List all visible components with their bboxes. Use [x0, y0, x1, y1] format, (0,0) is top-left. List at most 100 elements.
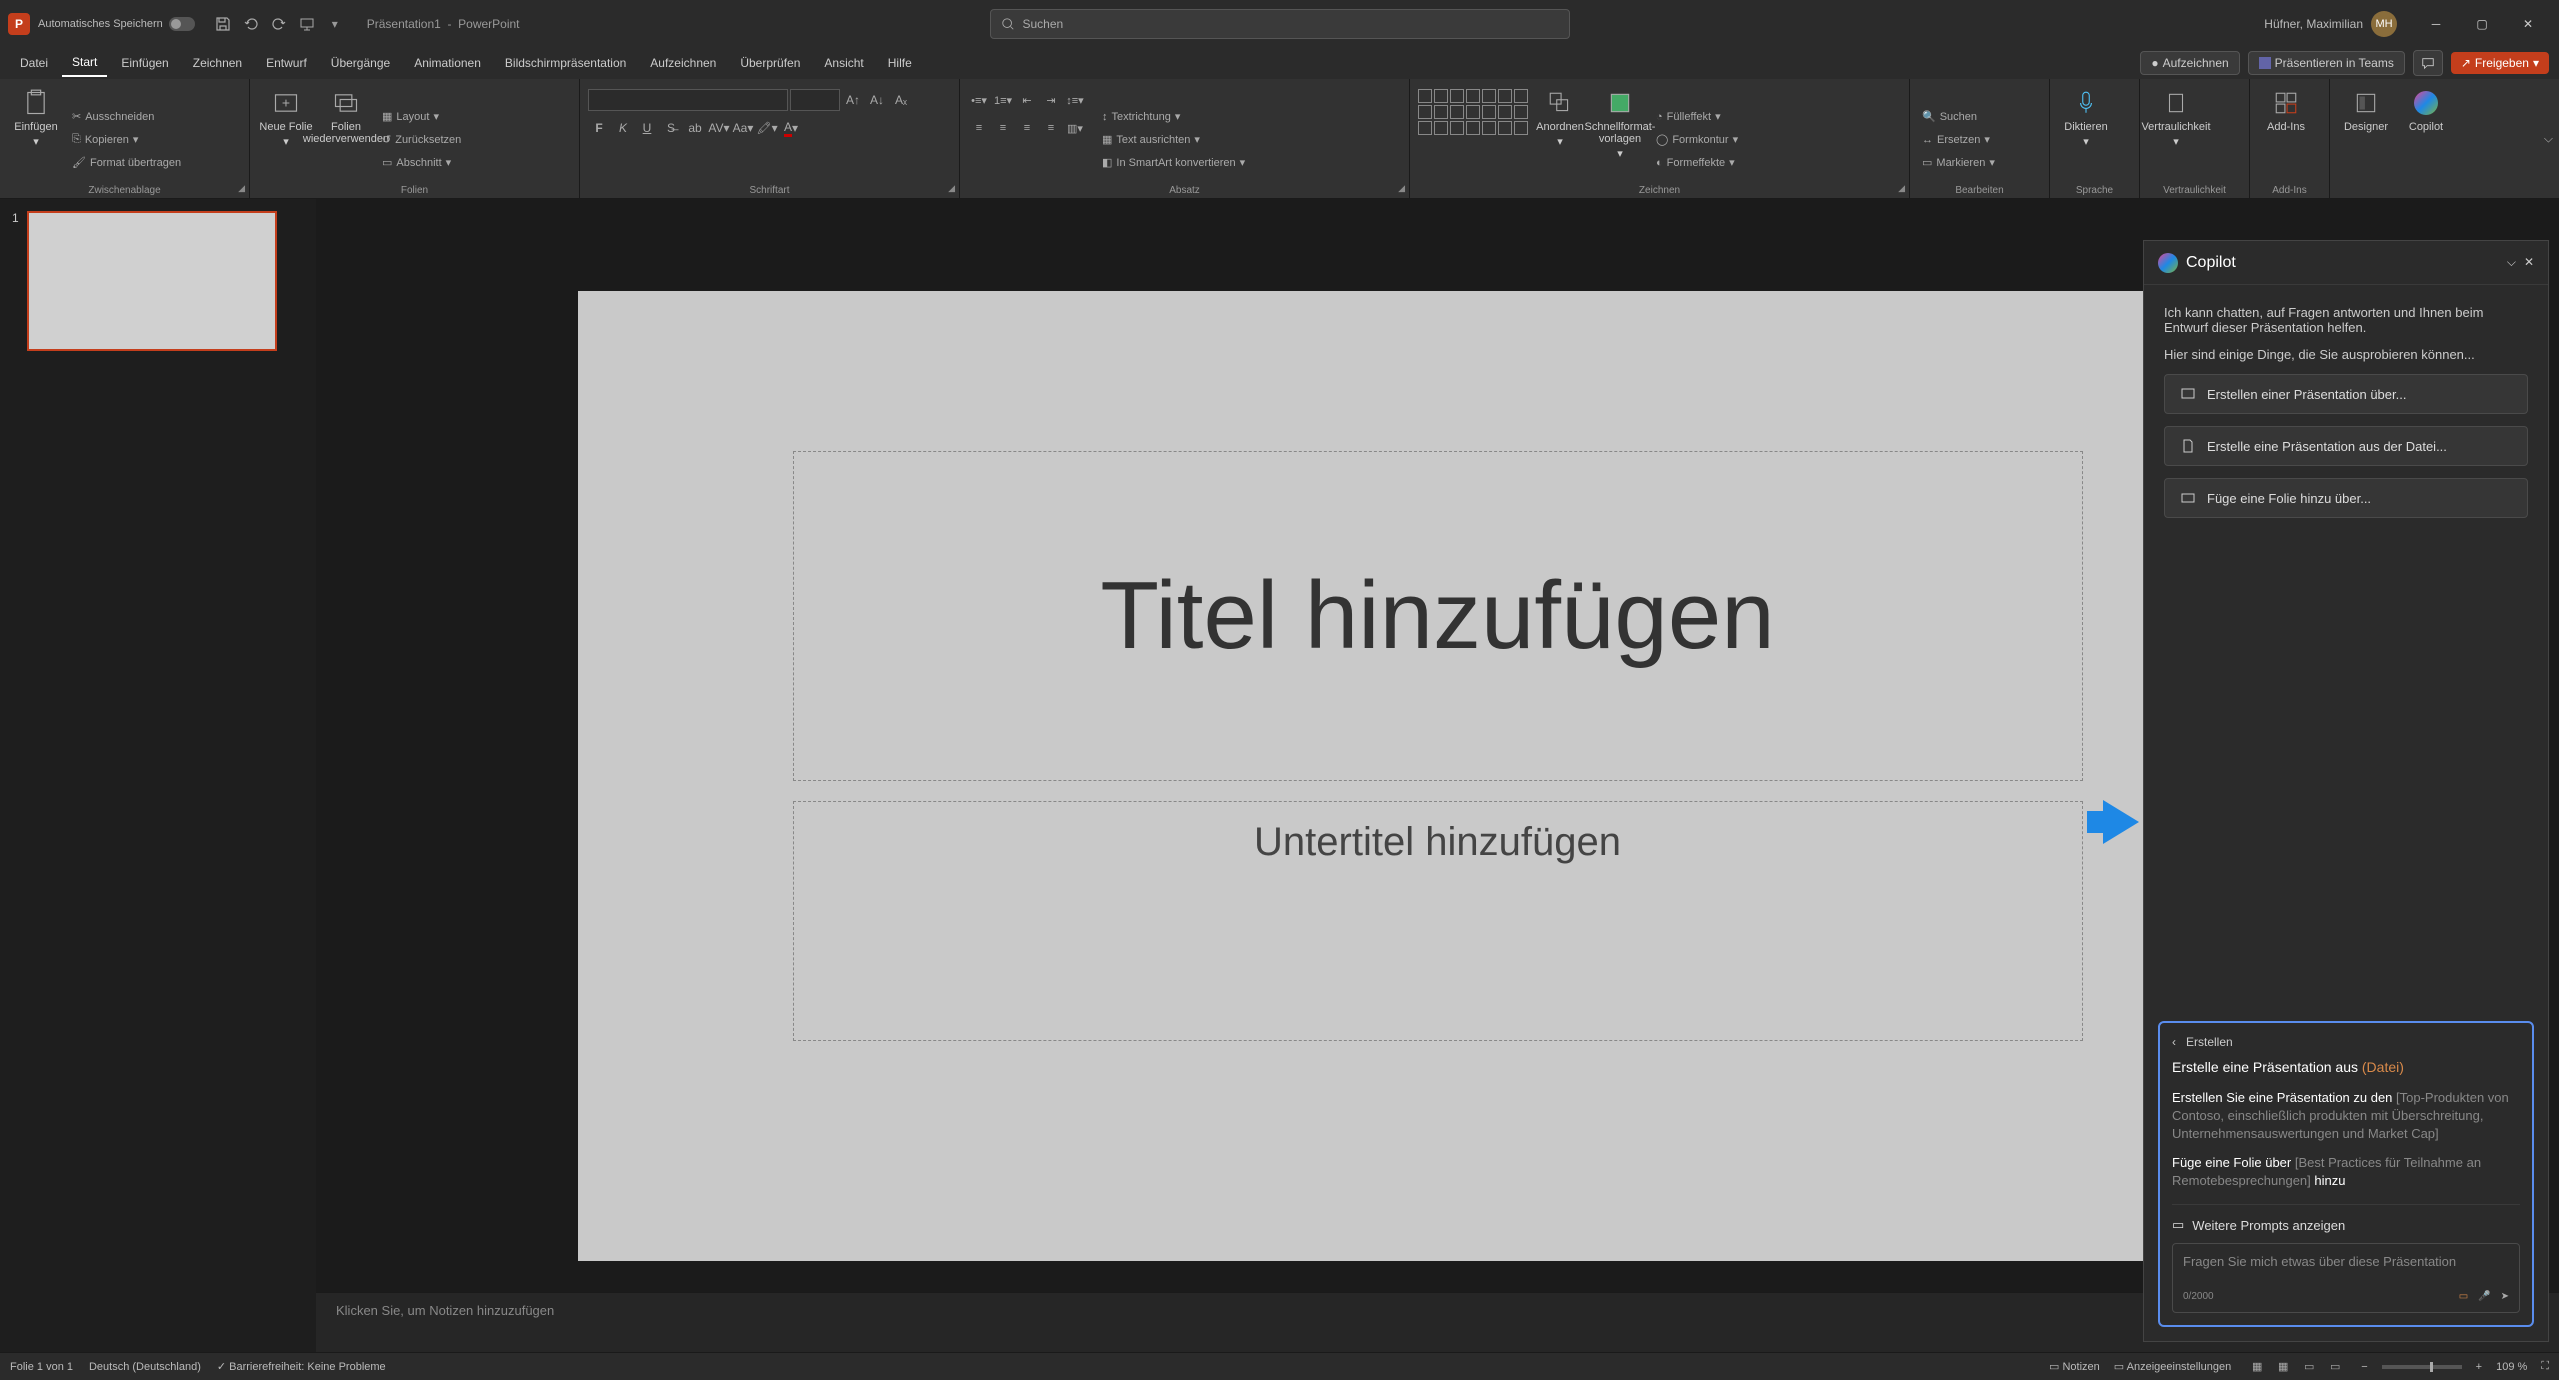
copilot-collapse-icon[interactable]: ⌵: [2507, 255, 2516, 270]
increase-font-icon[interactable]: A↑: [842, 89, 864, 111]
drawing-launcher[interactable]: ◢: [1898, 183, 1905, 194]
reading-view-icon[interactable]: ▭: [2297, 1357, 2321, 1377]
strike-icon[interactable]: S̶: [660, 117, 682, 139]
slide-thumbnail-1[interactable]: [27, 211, 277, 351]
title-placeholder[interactable]: Titel hinzufügen: [793, 451, 2083, 781]
zoom-level[interactable]: 109 %: [2496, 1361, 2527, 1373]
subtitle-placeholder[interactable]: Untertitel hinzufügen: [793, 801, 2083, 1041]
tab-einfuegen[interactable]: Einfügen: [111, 50, 178, 76]
slide-counter[interactable]: Folie 1 von 1: [10, 1361, 73, 1373]
format-painter-button[interactable]: 🖌 Format übertragen: [68, 154, 185, 171]
record-button[interactable]: ● Aufzeichnen: [2140, 51, 2239, 75]
copilot-file-link[interactable]: (Datei): [2362, 1059, 2404, 1075]
dec-indent-icon[interactable]: ⇤: [1016, 89, 1038, 111]
clipboard-launcher[interactable]: ◢: [238, 183, 245, 194]
columns-icon[interactable]: ▥▾: [1064, 117, 1086, 139]
mic-icon[interactable]: 🎤: [2478, 1291, 2490, 1302]
copilot-more-prompts[interactable]: ▭ Weitere Prompts anzeigen: [2172, 1204, 2520, 1233]
slideshow-view-icon[interactable]: ▭: [2323, 1357, 2347, 1377]
italic-icon[interactable]: K: [612, 117, 634, 139]
redo-icon[interactable]: [267, 12, 291, 36]
align-center-icon[interactable]: ≡: [992, 117, 1014, 139]
attach-icon[interactable]: ▭: [2459, 1291, 2468, 1302]
clear-format-icon[interactable]: Aₓ: [890, 89, 912, 111]
copilot-suggestion-2[interactable]: Erstelle eine Präsentation aus der Datei…: [2164, 426, 2528, 466]
smartart-button[interactable]: ◧ In SmartArt konvertieren ▾: [1098, 154, 1249, 171]
font-family-select[interactable]: [588, 89, 788, 111]
line-spacing-icon[interactable]: ↕≡▾: [1064, 89, 1086, 111]
copilot-suggestion-1[interactable]: Erstellen einer Präsentation über...: [2164, 374, 2528, 414]
text-direction-button[interactable]: ↕ Textrichtung ▾: [1098, 108, 1249, 125]
send-icon[interactable]: ➤: [2501, 1291, 2509, 1302]
copilot-text-input[interactable]: Fragen Sie mich etwas über diese Präsent…: [2172, 1243, 2520, 1313]
copilot-back-icon[interactable]: ‹: [2172, 1035, 2176, 1049]
tab-ueberpruefen[interactable]: Überprüfen: [730, 50, 810, 76]
font-size-select[interactable]: [790, 89, 840, 111]
underline-icon[interactable]: U: [636, 117, 658, 139]
layout-button[interactable]: ▦ Layout ▾: [378, 108, 465, 125]
reset-button[interactable]: ↺ Zurücksetzen: [378, 131, 465, 148]
zoom-in-icon[interactable]: +: [2476, 1361, 2482, 1373]
tab-aufzeichnen[interactable]: Aufzeichnen: [640, 50, 726, 76]
inc-indent-icon[interactable]: ⇥: [1040, 89, 1062, 111]
comments-button[interactable]: [2413, 50, 2443, 76]
minimize-button[interactable]: ─: [2413, 9, 2459, 39]
shapes-gallery[interactable]: [1418, 83, 1528, 196]
font-launcher[interactable]: ◢: [948, 183, 955, 194]
shape-outline-button[interactable]: ◯ Formkontur ▾: [1652, 131, 1742, 148]
numbering-icon[interactable]: 1≡▾: [992, 89, 1014, 111]
tab-entwurf[interactable]: Entwurf: [256, 50, 317, 76]
tab-ansicht[interactable]: Ansicht: [814, 50, 873, 76]
find-button[interactable]: 🔍 Suchen: [1918, 108, 1999, 125]
shadow-icon[interactable]: ab: [684, 117, 706, 139]
ribbon-collapse-icon[interactable]: ⌵: [2544, 131, 2553, 146]
normal-view-icon[interactable]: ▦: [2245, 1357, 2269, 1377]
section-button[interactable]: ▭ Abschnitt ▾: [378, 154, 465, 171]
tab-animationen[interactable]: Animationen: [404, 50, 491, 76]
account-name[interactable]: Hüfner, Maximilian: [2264, 17, 2363, 31]
addins-button[interactable]: Add-Ins: [2258, 83, 2314, 196]
align-right-icon[interactable]: ≡: [1016, 117, 1038, 139]
display-settings[interactable]: ▭ Anzeigeeinstellungen: [2114, 1360, 2231, 1373]
sensitivity-button[interactable]: Vertraulichkeit ▾: [2148, 83, 2204, 196]
dictate-button[interactable]: Diktieren ▾: [2058, 83, 2114, 196]
text-align-button[interactable]: ▦ Text ausrichten ▾: [1098, 131, 1249, 148]
copilot-close-icon[interactable]: ✕: [2524, 255, 2534, 270]
designer-button[interactable]: Designer: [2338, 83, 2394, 196]
accessibility-status[interactable]: ✓ Barrierefreiheit: Keine Probleme: [217, 1360, 386, 1373]
paragraph-launcher[interactable]: ◢: [1398, 183, 1405, 194]
zoom-out-icon[interactable]: −: [2361, 1361, 2367, 1373]
maximize-button[interactable]: ▢: [2459, 9, 2505, 39]
paste-button[interactable]: Einfügen▾: [8, 83, 64, 196]
copilot-ribbon-button[interactable]: Copilot: [2398, 83, 2454, 196]
spacing-icon[interactable]: AV▾: [708, 117, 730, 139]
cut-button[interactable]: ✂ Ausschneiden: [68, 108, 185, 125]
replace-button[interactable]: ↔ Ersetzen ▾: [1918, 131, 1999, 148]
select-button[interactable]: ▭ Markieren ▾: [1918, 154, 1999, 171]
shape-effects-button[interactable]: ◐ Formeffekte ▾: [1652, 154, 1742, 171]
slide-canvas[interactable]: Titel hinzufügen Untertitel hinzufügen: [578, 291, 2298, 1261]
case-icon[interactable]: Aa▾: [732, 117, 754, 139]
font-color-icon[interactable]: A▾: [780, 117, 802, 139]
decrease-font-icon[interactable]: A↓: [866, 89, 888, 111]
autosave-toggle[interactable]: [169, 17, 195, 31]
copilot-suggestion-3[interactable]: Füge eine Folie hinzu über...: [2164, 478, 2528, 518]
search-input[interactable]: Suchen: [990, 9, 1570, 39]
fit-window-icon[interactable]: ⛶: [2541, 1360, 2549, 1373]
close-button[interactable]: ✕: [2505, 9, 2551, 39]
bullets-icon[interactable]: •≡▾: [968, 89, 990, 111]
present-icon[interactable]: [295, 12, 319, 36]
tab-zeichnen[interactable]: Zeichnen: [183, 50, 252, 76]
shape-fill-button[interactable]: ◔ Fülleffekt ▾: [1652, 108, 1742, 125]
reuse-slides-button[interactable]: Folien wiederverwenden: [318, 83, 374, 196]
tab-uebergaenge[interactable]: Übergänge: [321, 50, 400, 76]
qat-more-icon[interactable]: ▾: [323, 12, 347, 36]
arrange-button[interactable]: Anordnen ▾: [1532, 83, 1588, 196]
language-status[interactable]: Deutsch (Deutschland): [89, 1361, 201, 1373]
quick-styles-button[interactable]: Schnellformat-vorlagen ▾: [1592, 83, 1648, 196]
copilot-example-2[interactable]: Füge eine Folie über [Best Practices für…: [2172, 1154, 2520, 1190]
justify-icon[interactable]: ≡: [1040, 117, 1062, 139]
bold-icon[interactable]: F: [588, 117, 610, 139]
save-icon[interactable]: [211, 12, 235, 36]
undo-icon[interactable]: [239, 12, 263, 36]
